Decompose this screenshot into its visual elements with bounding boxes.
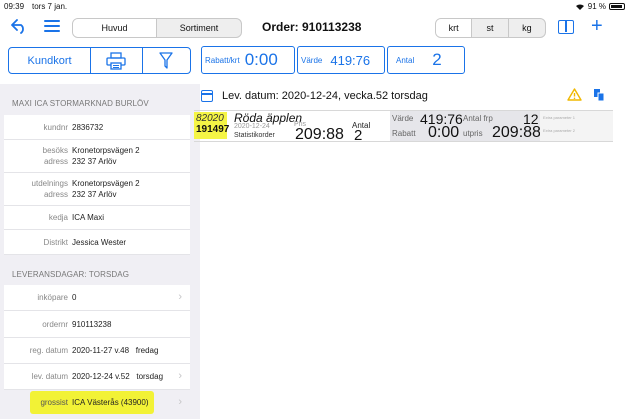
status-right: 91 % — [575, 2, 625, 11]
main-tabs: Huvud Sortiment — [72, 18, 242, 38]
distrikt-label: Distrikt — [43, 238, 68, 247]
pris-value: 209:88 — [295, 126, 344, 143]
product-values: Värde 419:76 Rabatt 0:00 Antal frp 12 ut… — [390, 111, 541, 142]
kundkort-button[interactable]: Kundkort — [9, 48, 92, 73]
wifi-icon — [575, 3, 584, 10]
antal-summary-value: 2 — [432, 50, 442, 69]
antal-frp-label: Antal frp — [463, 114, 493, 123]
utd-label-2: adress — [43, 190, 68, 199]
status-time: 09:39 — [4, 2, 25, 11]
product-order-type: Statistikorder — [234, 132, 275, 139]
inkopare-value: 0 — [72, 293, 77, 302]
lev-datum-header: Lev. datum: 2020-12-24, vecka.52 torsdag — [201, 87, 428, 105]
product-date: 2020-12-24 — [234, 123, 270, 130]
warning-icon[interactable] — [567, 88, 582, 104]
back-icon[interactable] — [9, 18, 31, 38]
kedja-row: kedja ICA Maxi — [4, 206, 190, 230]
add-icon[interactable]: + — [591, 15, 603, 38]
unit-kg[interactable]: kg — [509, 19, 545, 37]
page-title: Order: 910113238 — [262, 20, 362, 34]
reg-datum-value: 2020-11-27 v.48 fredag — [72, 346, 159, 355]
varde-summary-value: 419:76 — [330, 52, 371, 68]
unit-krt[interactable]: krt — [436, 19, 473, 37]
print-button[interactable] — [91, 48, 143, 73]
besoks-label-1: besöks — [42, 146, 68, 155]
besoks-row: besöks adress Kronetorpsvägen 2 232 37 A… — [4, 140, 190, 173]
utpris-value: 209:88 — [492, 124, 541, 141]
book-icon[interactable] — [558, 20, 574, 34]
reg-datum-label: reg. datum — [29, 346, 68, 355]
lev-datum-header-text: Lev. datum: 2020-12-24, vecka.52 torsdag — [222, 90, 428, 102]
rabatt-summary-value: 0:00 — [244, 50, 278, 69]
order-summary: Rabatt/krt 0:00 Värde 419:76 Antal 2 — [201, 46, 467, 74]
chevron-right-icon: › — [178, 370, 182, 382]
lev-datum-row[interactable]: lev. datum 2020-12-24 v.52 torsdag › — [4, 364, 190, 390]
chevron-right-icon: › — [178, 396, 182, 408]
antal-value[interactable]: 2 — [354, 127, 362, 144]
chevron-right-icon: › — [178, 291, 182, 303]
rabatt-label: Rabatt — [392, 129, 416, 138]
customer-heading: MAXI ICA STORMARKNAD BURLÖV — [12, 99, 149, 108]
kundnr-value: 2836732 — [72, 123, 104, 132]
customer-actions: Kundkort — [8, 47, 191, 74]
distrikt-row: Distrikt Jessica Wester — [4, 230, 190, 255]
extra-parameters: Extra parameter 1 Extra parameter 2 — [540, 111, 613, 141]
inkopare-label: inköpare — [37, 293, 68, 302]
rabatt-summary: Rabatt/krt 0:00 — [201, 46, 295, 74]
tab-sortiment[interactable]: Sortiment — [157, 19, 241, 37]
varde-label: Värde — [392, 114, 414, 123]
unit-selector: krt st kg — [435, 18, 546, 38]
filter-button[interactable] — [143, 48, 190, 73]
utdelnings-row: utdelnings adress Kronetorpsvägen 2 232 … — [4, 173, 190, 206]
product-code-1: 82020 — [196, 113, 224, 124]
lev-datum-value: 2020-12-24 v.52 torsdag — [72, 372, 164, 381]
calendar-icon[interactable] — [201, 90, 213, 102]
extra-parameter-1: Extra parameter 1 — [543, 115, 576, 120]
status-date: tors 7 jan. — [32, 2, 68, 11]
varde-summary-label: Värde — [301, 55, 323, 65]
ordernr-label: ordernr — [42, 320, 68, 329]
inkopare-row[interactable]: inköpare 0 › — [4, 285, 190, 311]
printer-icon — [106, 51, 126, 70]
delivery-heading: LEVERANSDAGAR: TORSDAG — [12, 270, 130, 279]
reg-datum-row: reg. datum 2020-11-27 v.48 fredag — [4, 338, 190, 364]
tab-huvud[interactable]: Huvud — [73, 19, 157, 37]
besoks-line2: 232 37 Arlöv — [72, 157, 117, 166]
kundnr-label: kundnr — [43, 123, 68, 132]
besoks-label-2: adress — [43, 157, 68, 166]
filter-icon — [159, 51, 173, 69]
battery-percent: 91 % — [587, 2, 606, 11]
grossist-row[interactable]: grossist ICA Västerås (43900) › — [4, 390, 190, 414]
antal-summary: Antal 2 — [387, 46, 465, 74]
besoks-line1: Kronetorpsvägen 2 — [72, 146, 140, 155]
utpris-label: utpris — [463, 129, 483, 138]
kundnr-row: kundnr 2836732 — [4, 115, 190, 140]
grossist-label: grossist — [40, 398, 68, 407]
rabatt-value[interactable]: 0:00 — [428, 124, 459, 142]
utd-line1: Kronetorpsvägen 2 — [72, 179, 140, 188]
kedja-label: kedja — [48, 213, 68, 222]
varde-summary: Värde 419:76 — [297, 46, 385, 74]
unit-st[interactable]: st — [472, 19, 509, 37]
status-bar: 09:39 tors 7 jan. 91 % — [0, 0, 631, 14]
ordernr-row: ordernr 910113238 — [4, 311, 190, 338]
copy-document-icon[interactable] — [593, 88, 605, 102]
distrikt-value: Jessica Wester — [72, 238, 127, 247]
ordernr-value: 910113238 — [72, 320, 112, 329]
battery-icon — [609, 3, 625, 10]
extra-parameter-2: Extra parameter 2 — [543, 128, 576, 133]
kedja-value: ICA Maxi — [72, 213, 105, 222]
utd-line2: 232 37 Arlöv — [72, 190, 117, 199]
grossist-value: ICA Västerås (43900) — [72, 398, 149, 407]
rabatt-summary-label: Rabatt/krt — [205, 55, 240, 65]
antal-summary-label: Antal — [396, 55, 415, 65]
menu-icon[interactable] — [44, 20, 60, 34]
utd-label-1: utdelnings — [31, 179, 68, 188]
lev-datum-label: lev. datum — [31, 372, 68, 381]
product-code-2: 191497 — [196, 124, 230, 135]
